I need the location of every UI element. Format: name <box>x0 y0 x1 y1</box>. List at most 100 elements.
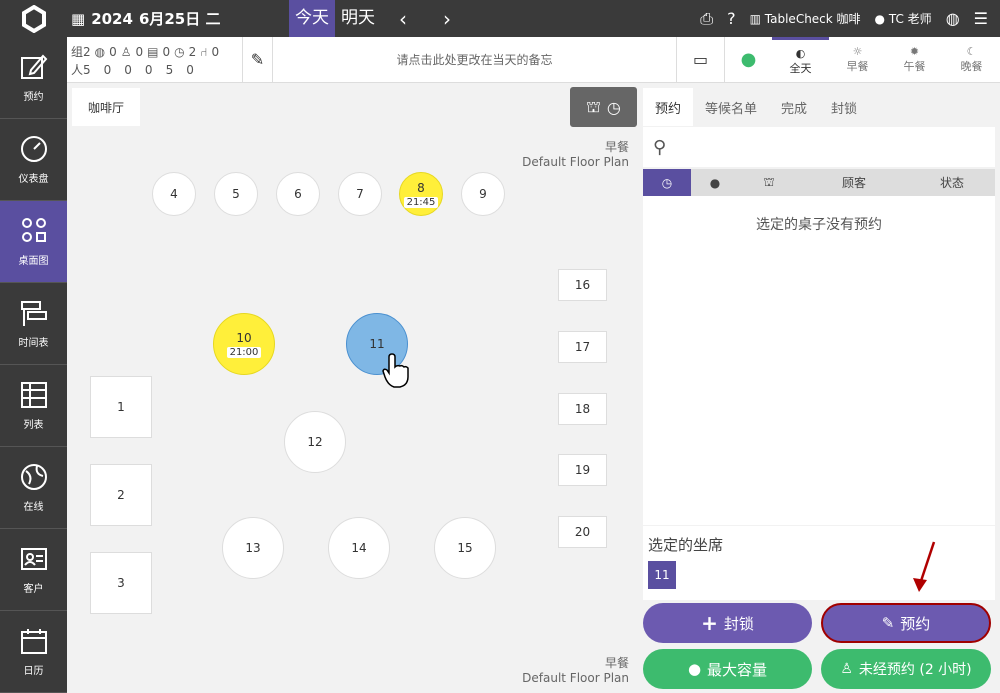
table-number: 12 <box>307 435 323 449</box>
restaurant-name: TableCheck 咖啡 <box>764 12 861 26</box>
table-4[interactable]: 4 <box>152 172 196 216</box>
tab-waitlist[interactable]: 等候名单 <box>693 88 769 126</box>
table-16[interactable]: 16 <box>558 269 607 301</box>
table-15[interactable]: 15 <box>434 517 496 579</box>
meal-tab-dinner[interactable]: ☾ 晚餐 <box>943 37 1000 82</box>
today-button[interactable]: 今天 <box>289 0 335 37</box>
stat-value: 0 <box>103 63 112 77</box>
search-icon: ⚲ <box>653 136 667 158</box>
memo-icon[interactable]: ✎ <box>243 37 273 82</box>
meal-label: 全天 <box>789 61 812 75</box>
hand-cursor-icon <box>382 353 409 388</box>
next-day-icon[interactable]: › <box>425 7 469 31</box>
table-14[interactable]: 14 <box>328 517 390 579</box>
table-list-icon <box>20 382 47 408</box>
table-17[interactable]: 17 <box>558 331 607 363</box>
table-number: 7 <box>356 187 364 201</box>
clock-icon[interactable]: ◷ <box>643 169 691 196</box>
tomorrow-button[interactable]: 明天 <box>335 0 381 37</box>
sidebar-label: 时间表 <box>18 338 49 349</box>
table-18[interactable]: 18 <box>558 393 607 425</box>
block-button[interactable]: + 封锁 <box>643 603 812 643</box>
table-number: 10 <box>236 330 252 345</box>
table-8[interactable]: 8 21:45 <box>399 172 443 216</box>
meal-tab-all-day[interactable]: ◐ 全天 <box>772 37 829 82</box>
table-1[interactable]: 1 <box>90 376 152 438</box>
tab-blocks[interactable]: 封锁 <box>819 88 869 126</box>
table-5[interactable]: 5 <box>214 172 258 216</box>
sidebar-item-online[interactable]: 在线 <box>0 447 67 529</box>
selected-table-chip[interactable]: 11 <box>648 561 676 589</box>
plan-label-bottom: 早餐 Default Floor Plan <box>522 656 629 686</box>
sidebar-item-customers[interactable]: 客户 <box>0 529 67 611</box>
walk-in-button[interactable]: ♙ 未经预约 (2 小时) <box>821 649 991 689</box>
sidebar-item-calendar[interactable]: 日历 <box>0 611 67 693</box>
button-label: 预约 <box>900 614 931 633</box>
col-status[interactable]: 状态 <box>909 169 995 196</box>
table-number: 9 <box>479 187 487 201</box>
meal-tab-breakfast[interactable]: ☼ 早餐 <box>829 37 886 82</box>
meal-tab-lunch[interactable]: ✹ 午餐 <box>886 37 943 82</box>
table-13[interactable]: 13 <box>222 517 284 579</box>
tab-completed[interactable]: 完成 <box>769 88 819 126</box>
table-12[interactable]: 12 <box>284 411 346 473</box>
sidebar-item-dashboard[interactable]: 仪表盘 <box>0 119 67 201</box>
table-6[interactable]: 6 <box>276 172 320 216</box>
reserve-button[interactable]: ✎ 预约 <box>821 603 991 643</box>
user-icon: ● <box>687 660 702 678</box>
presentation-icon[interactable]: ▭ <box>676 37 724 82</box>
table-2[interactable]: 2 <box>90 464 152 526</box>
table-9[interactable]: 9 <box>461 172 505 216</box>
hamburger-menu-icon[interactable]: ☰ <box>974 9 988 28</box>
gauge-icon <box>20 136 47 162</box>
print-icon[interactable]: ⎙ <box>700 9 713 29</box>
calendar-icon: ▦ <box>71 9 86 28</box>
plan-label-top: 早餐 Default Floor Plan <box>522 140 629 170</box>
table-19[interactable]: 19 <box>558 454 607 486</box>
sidebar-item-reservation[interactable]: 预约 <box>0 37 67 119</box>
help-icon[interactable]: ? <box>727 9 736 28</box>
floor-tab-cafe[interactable]: 咖啡厅 <box>72 88 140 126</box>
memo-field[interactable]: 请点击此处更改在当天的备忘 <box>273 37 676 82</box>
col-customer[interactable]: 顾客 <box>799 169 909 196</box>
table-number: 2 <box>117 488 125 502</box>
table-10[interactable]: 10 21:00 <box>213 313 275 375</box>
pencil-icon: ✎ <box>881 614 895 632</box>
user-menu[interactable]: ● TC 老师 <box>875 10 932 27</box>
walk-icon: ♙ <box>120 45 132 59</box>
person-icon[interactable]: ● <box>691 169 739 196</box>
sidebar-item-timeline[interactable]: 时间表 <box>0 283 67 365</box>
table-20[interactable]: 20 <box>558 516 607 548</box>
sidebar-label: 客户 <box>23 584 44 595</box>
table-7[interactable]: 7 <box>338 172 382 216</box>
language-globe-icon[interactable]: ◍ <box>946 9 960 28</box>
table-number: 16 <box>574 278 591 292</box>
table-3[interactable]: 3 <box>90 552 152 614</box>
app-logo-icon[interactable] <box>0 0 67 37</box>
stat-people: 人5 <box>71 63 91 77</box>
sidebar-label: 桌面图 <box>18 256 49 267</box>
sidebar-item-list[interactable]: 列表 <box>0 365 67 447</box>
globe-icon: ◍ <box>94 45 106 59</box>
search-input[interactable]: ⚲ <box>643 127 995 167</box>
clock-icon: ◷ <box>606 97 621 117</box>
stat-value: 5 <box>165 63 174 77</box>
table-icon[interactable]: ⛫ <box>739 169 799 196</box>
restaurant-selector[interactable]: ▥ TableCheck 咖啡 <box>750 10 861 27</box>
online-globe-icon[interactable]: ● <box>724 37 772 82</box>
contact-card-icon <box>20 548 47 570</box>
stat-value: 0 <box>124 63 132 77</box>
date-picker[interactable]: ▦ 2024 6月25日 二 <box>71 8 289 29</box>
stat-value: 0 <box>109 45 117 59</box>
sidebar-item-floor-plan[interactable]: 桌面图 <box>0 201 67 283</box>
prev-day-icon[interactable]: ‹ <box>381 7 425 31</box>
stats-bar: 组2 ◍ 0 ♙ 0 ▤ 0 ◷ 2 ⑁ 0 人5 0 0 0 5 0 ✎ 请点击此处更改在当天的备忘 ▭ ●… <box>67 37 1000 83</box>
floor-view-toggle[interactable]: ⛫ ◷ <box>570 87 637 127</box>
tab-reservations[interactable]: 预约 <box>643 88 694 126</box>
sunrise-icon: ☼ <box>852 45 863 58</box>
table-number: 4 <box>170 187 178 201</box>
max-capacity-button[interactable]: ● 最大容量 <box>643 649 812 689</box>
button-label: 最大容量 <box>707 660 768 679</box>
button-label: 未经预约 (2 小时) <box>858 662 972 678</box>
reservation-time: 21:00 <box>226 346 262 358</box>
